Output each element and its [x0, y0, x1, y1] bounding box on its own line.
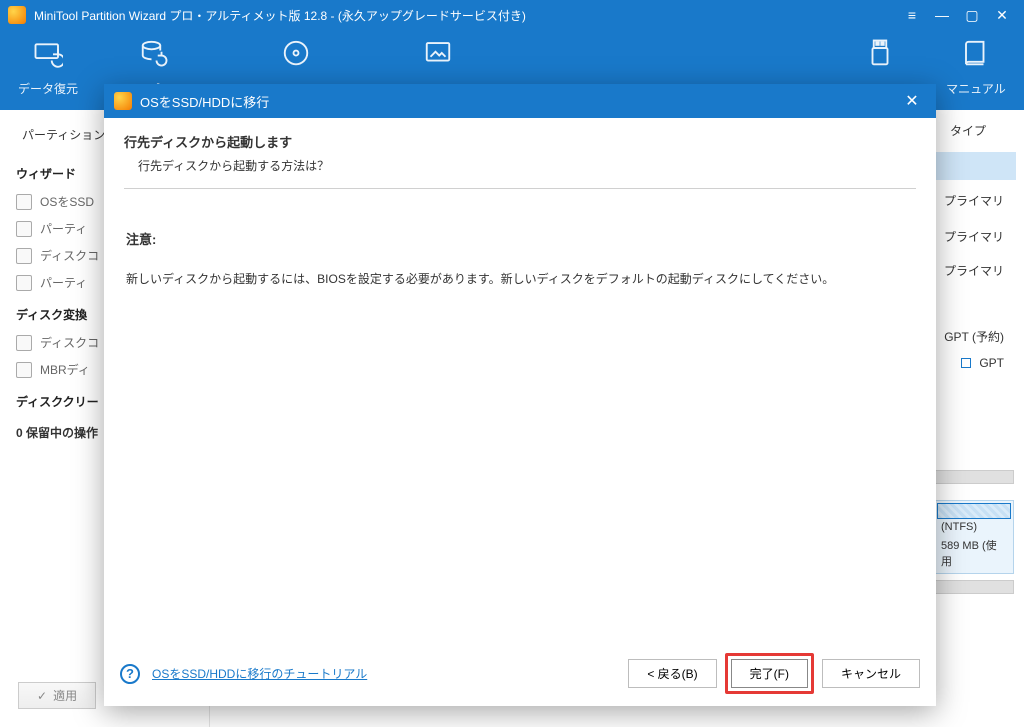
partition-icon: [16, 275, 32, 291]
close-button[interactable]: ✕: [988, 4, 1016, 26]
square-icon: [961, 358, 971, 368]
note-heading: 注意:: [126, 229, 916, 248]
item-partition-2-label: パーティ: [40, 274, 87, 291]
column-type: タイプ: [950, 122, 986, 139]
tutorial-link[interactable]: OSをSSD/HDDに移行のチュートリアル: [152, 665, 367, 682]
finish-highlight: 完了(F): [725, 653, 814, 694]
dialog-close-button[interactable]: ✕: [898, 90, 926, 112]
toolbar-image-button[interactable]: [408, 38, 468, 80]
back-button[interactable]: < 戻る(B): [628, 659, 716, 688]
disk-bar-2: [934, 580, 1014, 594]
migrate-os-icon: [16, 194, 32, 210]
bottom-bar: ✓ 適用: [18, 682, 96, 709]
finish-button[interactable]: 完了(F): [731, 659, 808, 688]
menu-icon[interactable]: ≡: [898, 4, 926, 26]
partition-recovery-icon: [16, 221, 32, 237]
dialog-divider: [124, 188, 916, 189]
tag-primary-3-label: プライマリ: [944, 262, 1004, 279]
disk-icon: [281, 38, 311, 68]
tag-primary-2: プライマリ: [926, 228, 1004, 245]
check-icon: ✓: [37, 689, 47, 703]
dialog-icon: [114, 92, 132, 110]
minimize-button[interactable]: —: [928, 4, 956, 26]
dialog-body-spacer: [124, 287, 916, 631]
migrate-os-dialog: OSをSSD/HDDに移行 ✕ 行先ディスクから起動します 行先ディスクから起動…: [104, 84, 936, 706]
dialog-title: OSをSSD/HDDに移行: [140, 92, 898, 111]
dialog-titlebar: OSをSSD/HDDに移行 ✕: [104, 84, 936, 118]
note-text: 新しいディスクから起動するには、BIOSを設定する必要があります。新しいディスク…: [126, 270, 916, 287]
disk-box[interactable]: (NTFS) 589 MB (使用: [934, 500, 1014, 574]
item-migrate-os-label: OSをSSD: [40, 193, 94, 210]
image-icon: [423, 38, 453, 68]
toolbar-manual-button[interactable]: マニュアル: [946, 38, 1006, 97]
disk-ntfs-label: (NTFS): [937, 519, 1011, 535]
data-recovery-label: データ復元: [18, 80, 78, 97]
data-recovery-icon: [33, 38, 63, 68]
tag-gpt-label: GPT: [979, 356, 1004, 370]
tab-partition[interactable]: パーティション: [12, 120, 115, 149]
disk-refresh-icon: [139, 38, 169, 68]
dialog-body: 行先ディスクから起動します 行先ディスクから起動する方法は？ 注意: 新しいディ…: [104, 118, 936, 641]
tag-gpt-res: GPT (予約): [926, 328, 1004, 345]
apply-label: 適用: [53, 687, 77, 704]
item-disk-convert-label: ディスクコ: [40, 334, 99, 351]
maximize-button[interactable]: ▢: [958, 4, 986, 26]
disk-bar: [934, 470, 1014, 484]
app-title: MiniTool Partition Wizard プロ・アルティメット版 12…: [34, 7, 898, 24]
item-disk-copy-label: ディスクコ: [40, 247, 99, 264]
tag-primary-3: プライマリ: [926, 262, 1004, 279]
dialog-heading: 行先ディスクから起動します: [124, 132, 916, 151]
usb-icon: [865, 38, 895, 68]
tag-gpt-res-label: GPT (予約): [944, 328, 1004, 345]
toolbar-disk-button[interactable]: [266, 38, 326, 80]
tag-primary-2-label: プライマリ: [944, 228, 1004, 245]
dialog-subheading: 行先ディスクから起動する方法は？: [138, 157, 916, 174]
tag-primary-1: プライマリ: [926, 192, 1004, 209]
book-icon: [961, 38, 991, 68]
app-icon: [8, 6, 26, 24]
mbr-icon: [16, 362, 32, 378]
dialog-footer: ? OSをSSD/HDDに移行のチュートリアル < 戻る(B) 完了(F) キャ…: [104, 641, 936, 706]
tag-gpt: GPT: [961, 356, 1004, 370]
disk-convert-icon: [16, 335, 32, 351]
item-partition-recovery-label: パーティ: [40, 220, 87, 237]
disk-usage-bar: [937, 503, 1011, 519]
cancel-button[interactable]: キャンセル: [822, 659, 920, 688]
item-mbr-label: MBRディ: [40, 361, 90, 378]
toolbar-manual-label: マニュアル: [946, 80, 1006, 97]
disk-size-label: 589 MB (使用: [937, 535, 1011, 571]
tag-primary-1-label: プライマリ: [944, 192, 1004, 209]
apply-button[interactable]: ✓ 適用: [18, 682, 96, 709]
data-recovery-button[interactable]: データ復元: [18, 38, 78, 97]
window-controls: ≡ — ▢ ✕: [898, 4, 1016, 26]
main-titlebar: MiniTool Partition Wizard プロ・アルティメット版 12…: [0, 0, 1024, 30]
help-icon[interactable]: ?: [120, 664, 140, 684]
disk-copy-icon: [16, 248, 32, 264]
